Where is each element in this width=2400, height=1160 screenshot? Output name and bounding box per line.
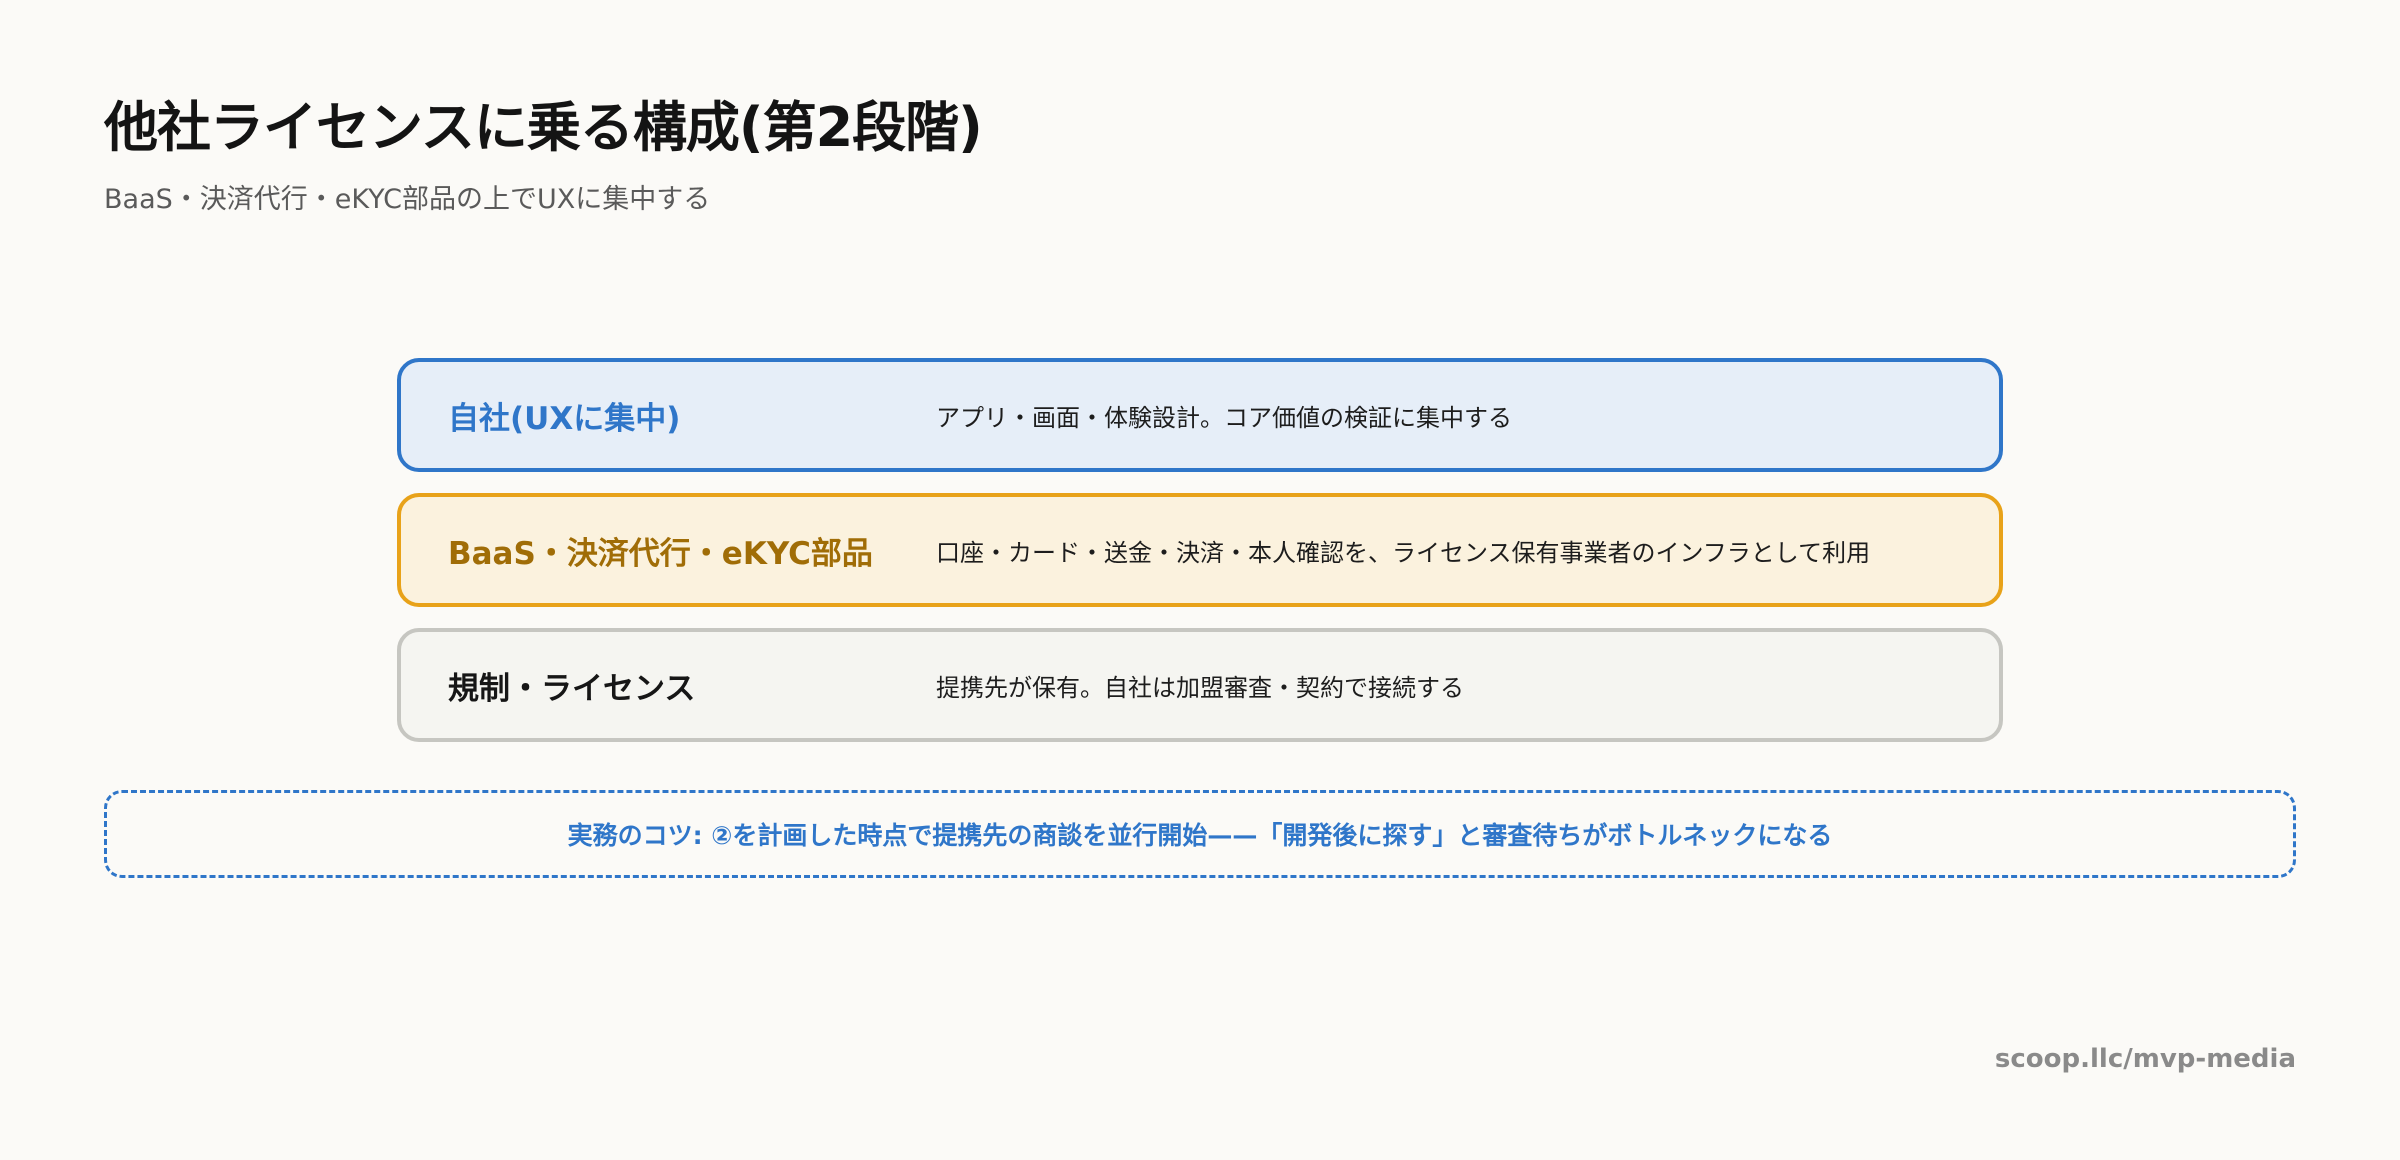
- layer-baas-components-name: BaaS・決済代行・eKYC部品: [448, 535, 873, 572]
- layer-stack: 自社(UXに集中) アプリ・画面・体験設計。コア価値の検証に集中する BaaS・…: [397, 358, 2003, 742]
- layer-regulation-license-description: 提携先が保有。自社は加盟審査・契約で接続する: [936, 673, 1464, 702]
- layer-own-ux-description: アプリ・画面・体験設計。コア価値の検証に集中する: [936, 403, 1512, 432]
- page-subtitle: BaaS・決済代行・eKYC部品の上でUXに集中する: [104, 184, 711, 215]
- practical-tip-callout: 実務のコツ: ②を計画した時点で提携先の商談を並行開始——「開発後に探す」と審査…: [104, 790, 2296, 878]
- layer-baas-components-description: 口座・カード・送金・決済・本人確認を、ライセンス保有事業者のインフラとして利用: [936, 538, 1871, 567]
- practical-tip-text: 実務のコツ: ②を計画した時点で提携先の商談を並行開始——「開発後に探す」と審査…: [567, 821, 1833, 850]
- layer-regulation-license: 規制・ライセンス 提携先が保有。自社は加盟審査・契約で接続する: [397, 628, 2003, 742]
- layer-own-ux: 自社(UXに集中) アプリ・画面・体験設計。コア価値の検証に集中する: [397, 358, 2003, 472]
- layer-baas-components: BaaS・決済代行・eKYC部品 口座・カード・送金・決済・本人確認を、ライセン…: [397, 493, 2003, 607]
- footer-url: scoop.llc/mvp-media: [1994, 1044, 2296, 1074]
- layer-regulation-license-name: 規制・ライセンス: [448, 670, 696, 707]
- layer-own-ux-name: 自社(UXに集中): [448, 400, 681, 437]
- page-title: 他社ライセンスに乗る構成(第2段階): [104, 96, 983, 159]
